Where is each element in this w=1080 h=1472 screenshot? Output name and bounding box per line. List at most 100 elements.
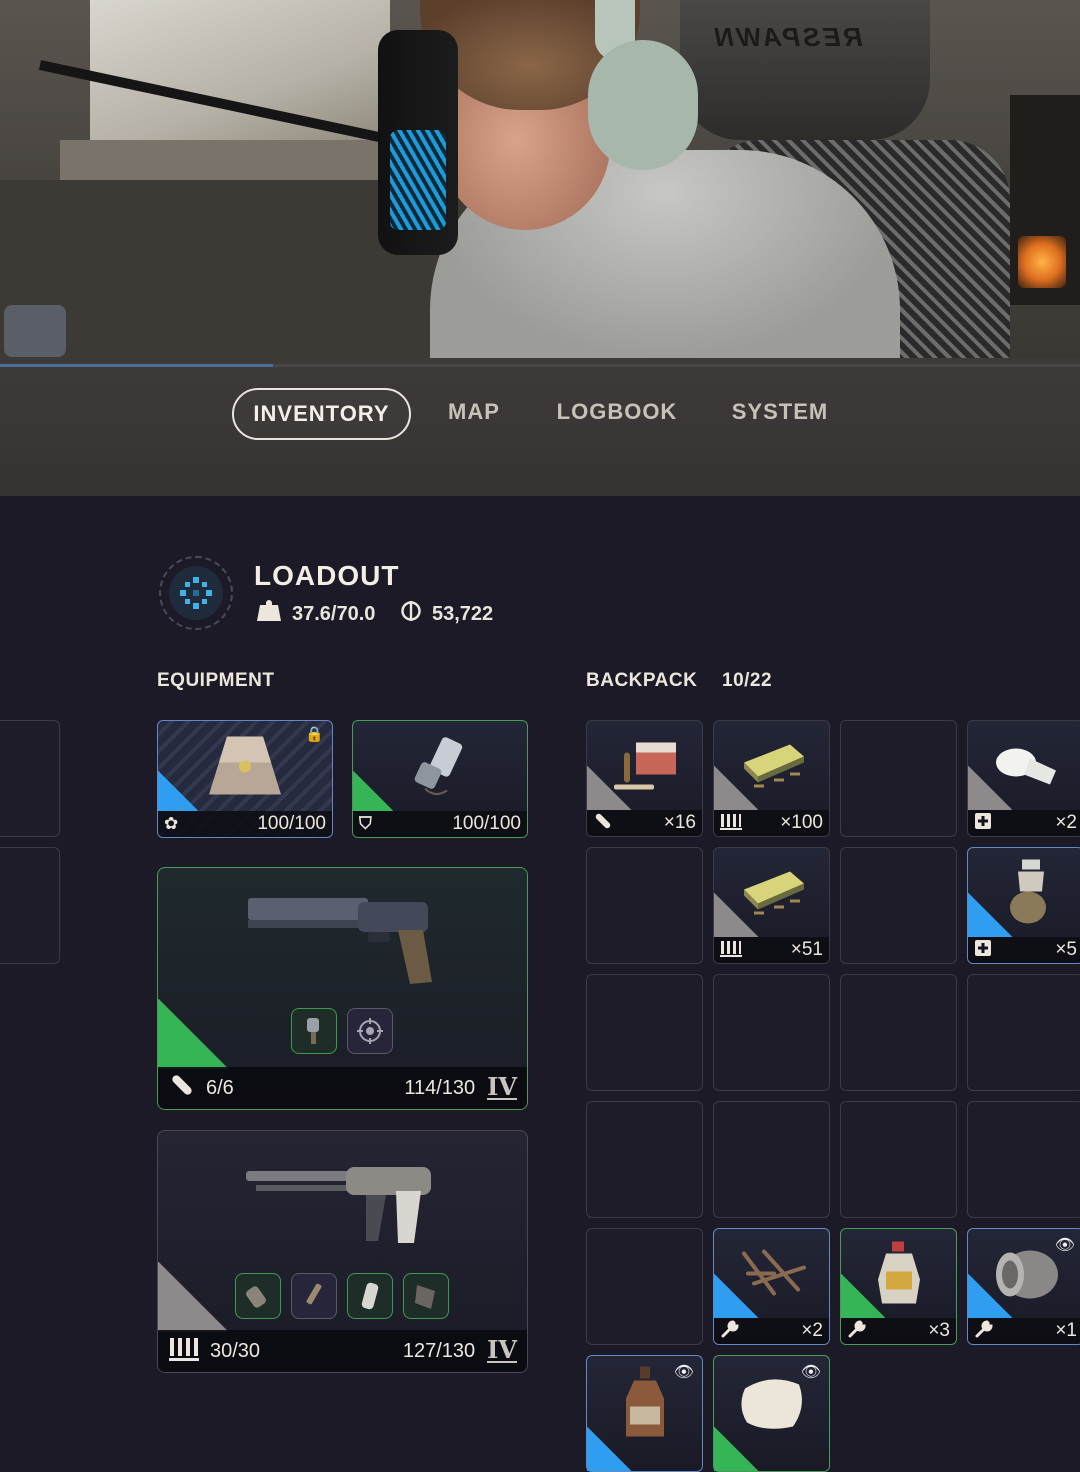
backpack-slot-ammo-box-light[interactable]: ×51	[713, 847, 830, 964]
rarity-corner	[968, 893, 1012, 937]
item-quantity: ×5	[1055, 939, 1077, 960]
eye-icon[interactable]: 👁	[801, 1362, 821, 1382]
backpack-slot-stim-injector[interactable]: ×5	[967, 847, 1080, 964]
backpack-slot-chemical-bottle[interactable]: ×3	[840, 1228, 957, 1345]
stock-attachment[interactable]	[347, 1273, 393, 1319]
tab-bar: INVENTORY MAP LOGBOOK SYSTEM	[0, 388, 1080, 440]
webcam-overlay: RESPAWN	[0, 0, 1080, 360]
backpack-slot-empty[interactable]	[840, 974, 957, 1091]
medical-icon	[974, 939, 992, 962]
weapon2-tier: IV	[487, 1335, 517, 1364]
backpack-slot-ammo-box-light[interactable]: ×100	[713, 720, 830, 837]
shield-slot[interactable]: ⛉ 100/100	[352, 720, 528, 838]
item-quantity: ×2	[801, 1320, 823, 1341]
weapon2-durability: 127/130	[402, 1339, 476, 1362]
augment-icon: ✿	[164, 814, 179, 833]
backpack-slot-empty[interactable]	[586, 847, 703, 964]
item-quantity: ×16	[663, 812, 696, 833]
coin-icon	[400, 600, 422, 628]
rarity-corner	[714, 1274, 758, 1318]
tab-system[interactable]: SYSTEM	[718, 388, 842, 436]
item-quantity: ×51	[790, 939, 823, 960]
loadout-title: LOADOUT	[254, 560, 400, 591]
augment-item	[205, 732, 285, 807]
rarity-corner	[968, 1274, 1012, 1318]
rarity-corner	[714, 893, 758, 937]
bullet-icon	[593, 811, 613, 836]
backpack-slot-bandage[interactable]: ×2	[967, 720, 1080, 837]
video-progress-track[interactable]	[0, 364, 1080, 367]
backpack-capacity: 10/22	[722, 670, 773, 691]
tab-inventory[interactable]: INVENTORY	[232, 388, 411, 440]
tab-map[interactable]: MAP	[430, 388, 518, 436]
rarity-corner	[841, 1274, 885, 1318]
weapon1-tier: IV	[487, 1072, 517, 1101]
backpack-slot-canister[interactable]: 👁 ×1	[967, 1228, 1080, 1345]
weight-value: 37.6/70.0	[292, 602, 376, 625]
gaming-chair	[680, 0, 930, 140]
loadout-emblem-icon	[159, 556, 233, 630]
backpack-slot-ammo-box-heavy[interactable]: ×16	[586, 720, 703, 837]
magazine-icon	[720, 938, 742, 963]
chair-brand-text: RESPAWN	[712, 22, 863, 52]
wrench-icon	[720, 1319, 740, 1344]
augment-slot[interactable]: 🔒 ✿ 100/100	[157, 720, 333, 838]
backpack-slot-empty[interactable]	[713, 1101, 830, 1218]
backpack-slot-empty[interactable]	[967, 1101, 1080, 1218]
scope-attachment[interactable]	[347, 1008, 393, 1054]
item-quantity: ×3	[928, 1320, 950, 1341]
shield-durability: 100/100	[452, 813, 521, 834]
video-progress-fill	[0, 364, 274, 367]
revolver-item	[248, 890, 438, 995]
rarity-corner	[968, 766, 1012, 810]
mag-attachment[interactable]	[403, 1273, 449, 1319]
quick-slot[interactable]	[0, 720, 60, 837]
currency-stat: 53,722	[400, 600, 493, 628]
eye-icon[interactable]: 👁	[674, 1362, 694, 1382]
rifle-item	[246, 1161, 436, 1258]
secondary-weapon-slot[interactable]: 30/30 127/130 IV	[157, 1130, 528, 1373]
backpack-slot-empty[interactable]	[840, 720, 957, 837]
currency-value: 53,722	[432, 602, 494, 625]
tab-logbook[interactable]: LOGBOOK	[548, 388, 686, 436]
magazine-icon	[720, 811, 742, 836]
item-quantity: ×100	[780, 812, 823, 833]
weight-icon	[256, 600, 282, 628]
rarity-corner	[714, 766, 758, 810]
rarity-corner	[587, 766, 631, 810]
bullet-icon	[168, 1071, 196, 1105]
lock-icon: 🔒	[305, 726, 324, 743]
grip-attachment[interactable]	[235, 1273, 281, 1319]
headphones	[588, 40, 698, 170]
backpack-slot-empty[interactable]	[586, 1228, 703, 1345]
weapon2-ammo: 30/30	[210, 1339, 261, 1362]
shield-icon: ⛉	[359, 814, 372, 833]
eye-icon[interactable]: 👁	[1055, 1235, 1075, 1255]
backpack-slot-empty[interactable]	[840, 847, 957, 964]
backpack-slot-empty[interactable]	[586, 974, 703, 1091]
wrench-icon	[847, 1319, 867, 1344]
barrel-attachment[interactable]	[291, 1273, 337, 1319]
equipment-heading: EQUIPMENT	[157, 670, 275, 691]
backpack-slot-empty[interactable]	[967, 974, 1080, 1091]
backpack-slot-scrap-parts[interactable]: ×2	[713, 1228, 830, 1345]
quick-slot[interactable]	[0, 847, 60, 964]
backpack-slot-glass-jug[interactable]: 👁	[586, 1355, 703, 1472]
weapon1-durability: 114/130	[404, 1076, 476, 1099]
magazine-icon	[168, 1334, 200, 1368]
backpack-slot-cloth-sack[interactable]: 👁	[713, 1355, 830, 1472]
backpack-heading: BACKPACK	[586, 670, 698, 691]
primary-weapon-slot[interactable]: 6/6 114/130 IV	[157, 867, 528, 1110]
candle	[1018, 236, 1066, 288]
augment-durability: 100/100	[257, 813, 326, 834]
backpack-slot-empty[interactable]	[840, 1101, 957, 1218]
item-quantity: ×2	[1055, 812, 1077, 833]
muzzle-attachment[interactable]	[291, 1008, 337, 1054]
rarity-corner	[587, 1427, 631, 1471]
backpack-slot-empty[interactable]	[586, 1101, 703, 1218]
item-quantity: ×1	[1055, 1320, 1077, 1341]
weight-stat: 37.6/70.0	[256, 600, 375, 628]
backpack-slot-empty[interactable]	[713, 974, 830, 1091]
menu-header: INVENTORY MAP LOGBOOK SYSTEM	[0, 358, 1080, 496]
speaker	[4, 305, 66, 357]
